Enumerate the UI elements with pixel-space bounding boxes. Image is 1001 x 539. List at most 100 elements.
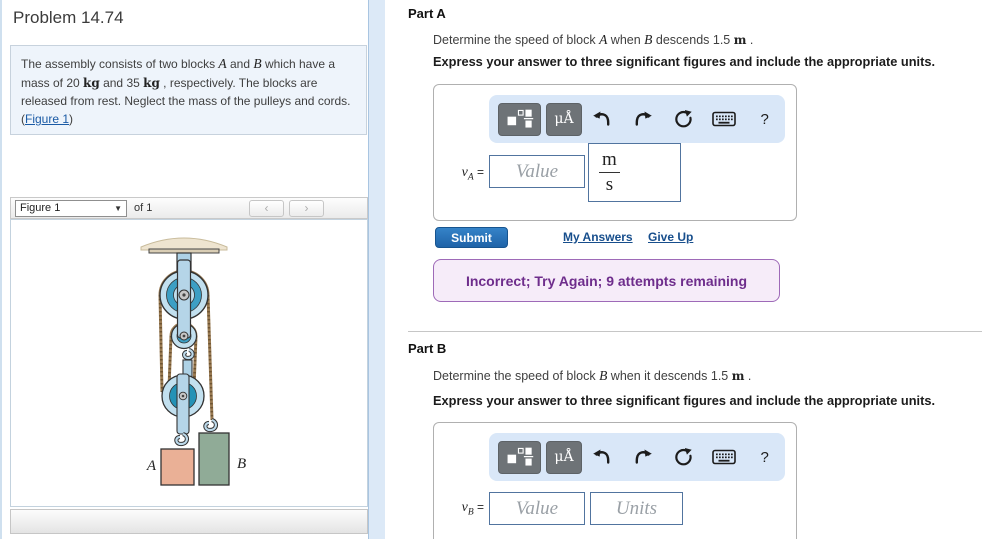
figure-prev-button[interactable]: ‹	[249, 199, 284, 217]
chevron-right-icon: ›	[304, 201, 309, 215]
desc-text: )	[69, 112, 74, 127]
help-button[interactable]: ?	[744, 449, 785, 466]
part-a-prompt: Determine the speed of block A when B de…	[433, 32, 753, 48]
math-var-b: B	[253, 56, 262, 71]
feedback-banner: Incorrect; Try Again; 9 attempts remaini…	[433, 259, 780, 302]
equation-toolbar: μÅ ?	[489, 433, 785, 481]
block-b-label: B	[237, 456, 246, 472]
part-b-units-input[interactable]	[590, 492, 683, 525]
help-icon: ?	[760, 448, 769, 466]
desc-text: and 35	[99, 76, 144, 91]
feedback-text: Incorrect; Try Again; 9 attempts remaini…	[465, 272, 748, 289]
fraction-template-icon	[507, 447, 533, 466]
redo-button[interactable]	[623, 110, 664, 128]
panel-gutter	[369, 0, 385, 539]
prompt-text: when it descends 1.5	[607, 369, 732, 383]
prompt-text: .	[744, 369, 752, 383]
block-b	[198, 432, 230, 486]
micro-angstrom-icon: μÅ	[554, 111, 574, 127]
answer-panel: Part A Determine the speed of block A wh…	[385, 0, 1001, 539]
equals-sign: =	[476, 165, 484, 179]
equation-toolbar: μÅ ?	[489, 95, 785, 143]
page: Problem 14.74 The assembly consists of t…	[0, 0, 1001, 539]
figure-toolbar: Figure 1 ▼ of 1 ‹ ›	[10, 197, 368, 219]
part-a-value-input[interactable]	[489, 155, 585, 188]
micro-angstrom-icon: μÅ	[554, 449, 574, 465]
section-divider	[408, 331, 982, 332]
units-button[interactable]: μÅ	[546, 440, 582, 474]
redo-icon	[635, 449, 652, 464]
part-b-express: Express your answer to three significant…	[433, 393, 936, 408]
undo-button[interactable]	[582, 448, 623, 466]
bolt	[182, 334, 186, 338]
block-a-label: A	[146, 458, 157, 474]
part-b-header: Part B	[408, 341, 447, 356]
submit-button[interactable]: Submit	[435, 227, 508, 248]
undo-button[interactable]	[582, 110, 623, 128]
template-button[interactable]	[498, 102, 541, 136]
keyboard-icon	[712, 449, 736, 465]
figure-select-value: Figure 1	[20, 202, 61, 214]
block-a	[160, 448, 195, 486]
reset-button[interactable]	[663, 447, 704, 467]
unit-kg: kg	[83, 76, 100, 91]
fraction-template-icon	[507, 109, 533, 128]
keyboard-button[interactable]	[704, 111, 745, 127]
units-numerator: m	[599, 148, 620, 173]
page-title: Problem 14.74	[13, 8, 124, 27]
part-b-answer-box: μÅ ? vB = Value Units	[433, 422, 797, 539]
give-up-link[interactable]: Give Up	[648, 230, 693, 244]
part-a-var-label: vA =	[440, 165, 484, 182]
units-denominator: s	[605, 173, 614, 195]
ceiling-plate	[148, 248, 220, 254]
unit-m: m	[733, 33, 747, 47]
figure-footer-bar	[10, 509, 368, 534]
lower-strap	[176, 373, 190, 435]
redo-button[interactable]	[623, 448, 664, 466]
desc-text: The assembly consists of two blocks	[21, 57, 219, 71]
prompt-text: when	[607, 33, 645, 47]
part-a-units-field[interactable]: m s	[588, 143, 681, 202]
units-button[interactable]: μÅ	[546, 102, 582, 136]
undo-icon	[593, 111, 610, 126]
chevron-down-icon: ▼	[114, 203, 122, 213]
part-a-answer-box: μÅ ? vA = Value m s	[433, 84, 797, 221]
part-b-value-input[interactable]	[489, 492, 585, 525]
problem-description: The assembly consists of two blocks A an…	[10, 45, 367, 135]
figure-select[interactable]: Figure 1 ▼	[15, 199, 127, 217]
help-button[interactable]: ?	[744, 111, 785, 128]
unit-kg: kg	[143, 76, 160, 91]
reset-button[interactable]	[663, 109, 704, 129]
part-b-prompt: Determine the speed of block B when it d…	[433, 368, 751, 384]
problem-panel: Problem 14.74 The assembly consists of t…	[0, 0, 369, 539]
figure-viewer: A B	[10, 219, 368, 507]
chevron-left-icon: ‹	[264, 201, 269, 215]
reset-icon	[675, 109, 692, 127]
bolt	[181, 394, 185, 398]
my-answers-link[interactable]: My Answers	[563, 230, 633, 244]
figure-nav: ‹ ›	[249, 199, 324, 217]
pulley-figure: A B	[140, 237, 246, 486]
prompt-text: .	[746, 33, 754, 47]
units-fraction: m s	[599, 148, 620, 197]
bolt	[182, 293, 186, 297]
keyboard-icon	[712, 111, 736, 127]
part-a-express: Express your answer to three significant…	[433, 54, 936, 69]
figure-link[interactable]: Figure 1	[25, 112, 69, 126]
keyboard-button[interactable]	[704, 449, 745, 465]
ceiling-mount	[140, 237, 228, 251]
prompt-text: Determine the speed of block	[433, 369, 600, 383]
reset-icon	[675, 447, 692, 465]
part-b-var-label: vB =	[440, 500, 484, 517]
figure-count-label: of 1	[134, 202, 153, 214]
prompt-text: descends 1.5	[652, 33, 734, 47]
redo-icon	[635, 111, 652, 126]
desc-text: and	[226, 57, 254, 71]
help-icon: ?	[760, 110, 769, 128]
submit-label: Submit	[451, 230, 492, 245]
part-a-header: Part A	[408, 6, 446, 21]
template-button[interactable]	[498, 440, 541, 474]
unit-m: m	[731, 369, 745, 383]
equals-sign: =	[476, 500, 484, 514]
figure-next-button[interactable]: ›	[289, 199, 324, 217]
